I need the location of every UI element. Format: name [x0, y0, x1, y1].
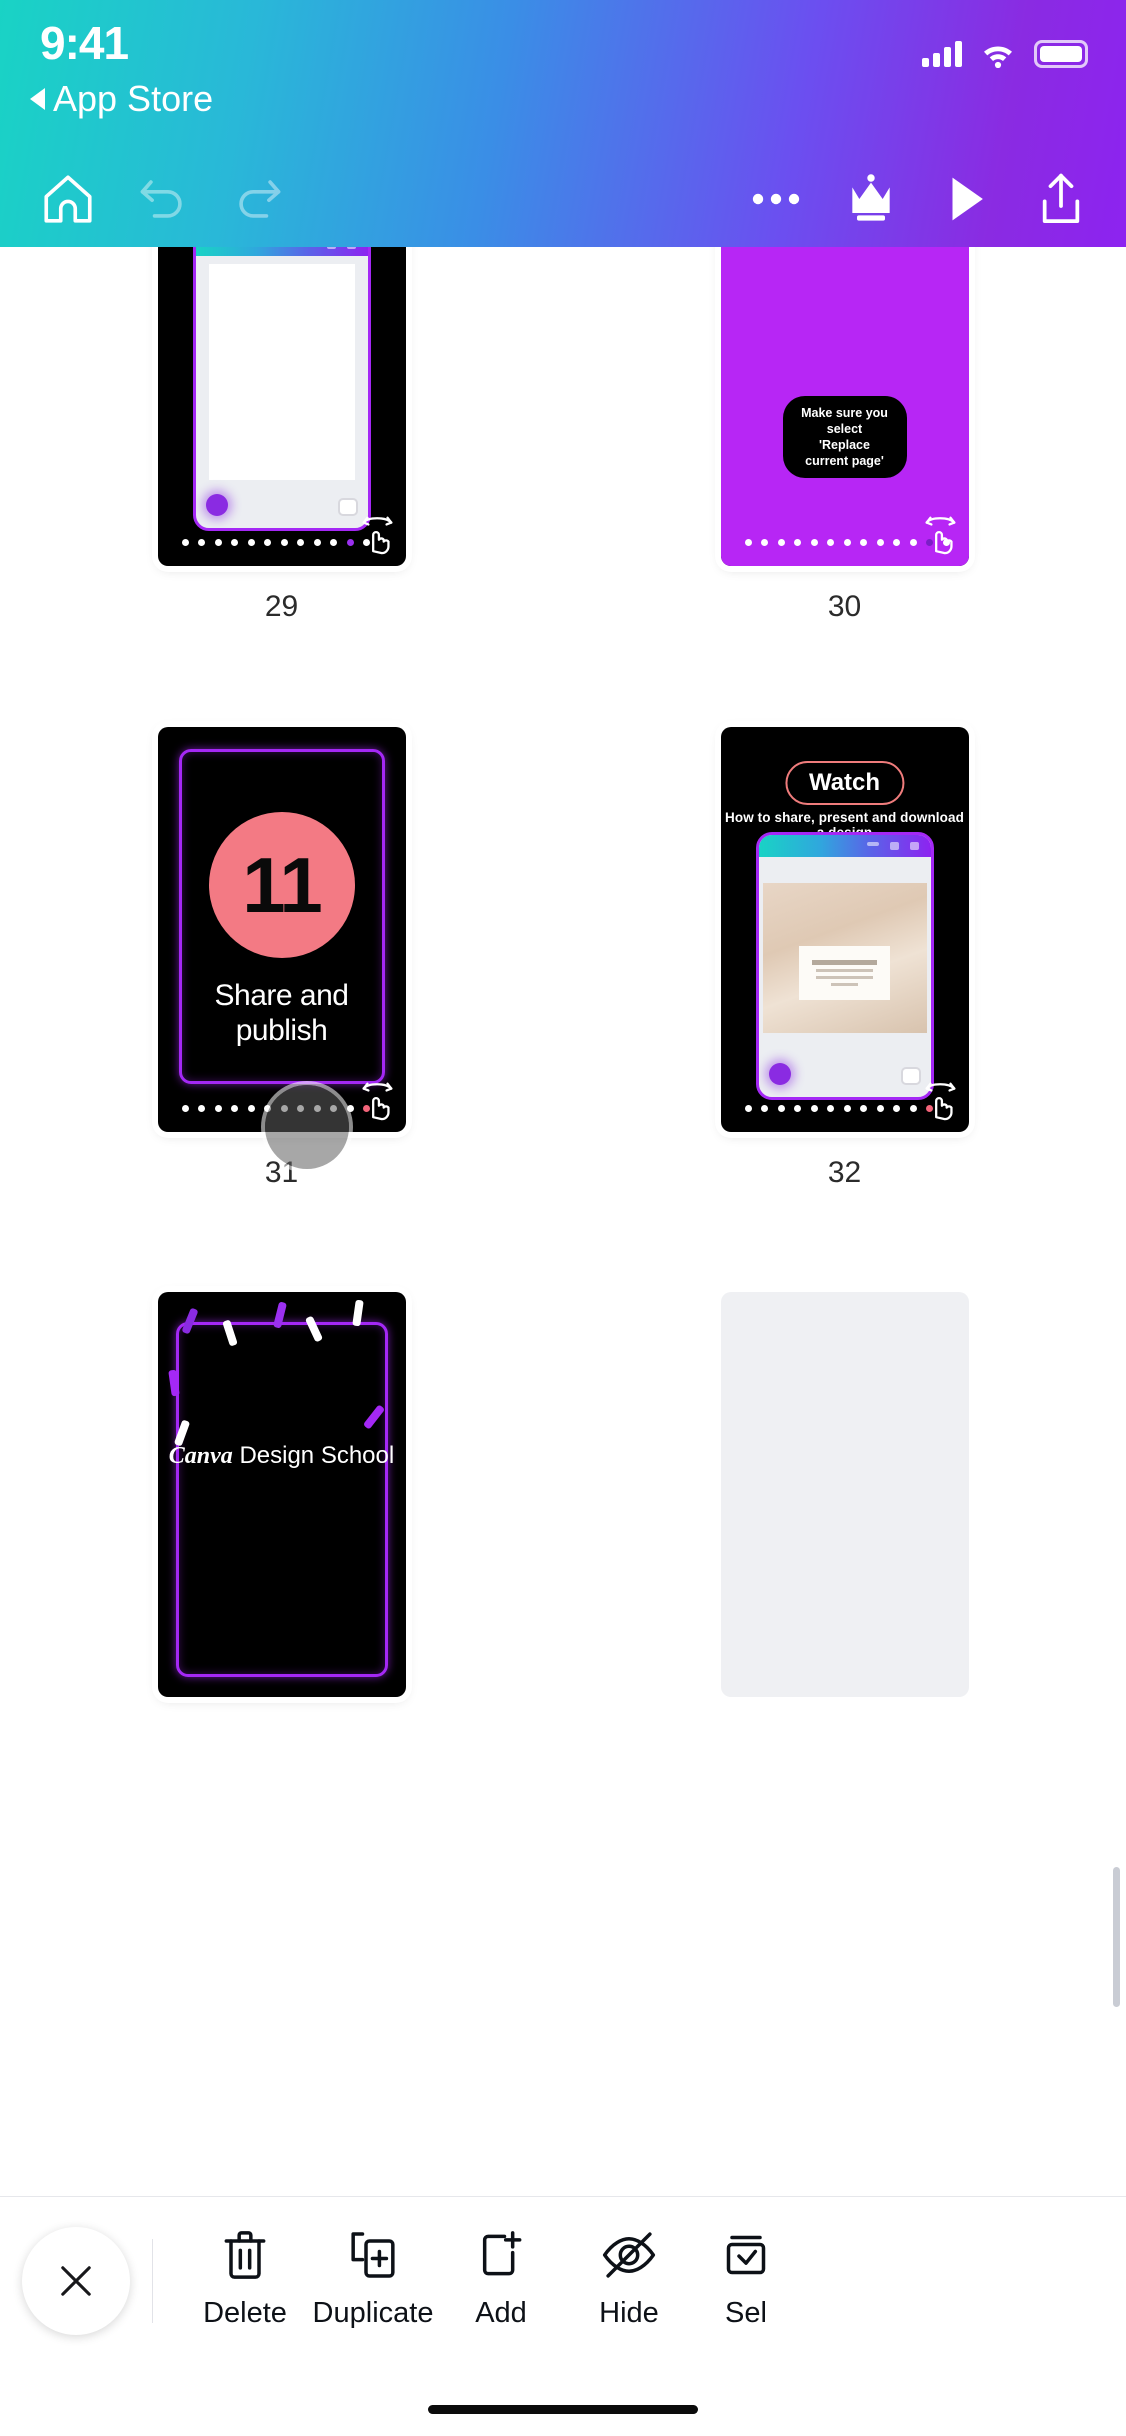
design-school-text: Design School: [232, 1442, 395, 1469]
phone-corner-icon: [337, 498, 358, 516]
more-options-button[interactable]: [728, 151, 823, 246]
page-cell-33[interactable]: Canva Design School: [0, 1292, 563, 1697]
back-label: App Store: [53, 78, 214, 119]
editor-toolbar: [0, 150, 1126, 247]
canva-pro-button[interactable]: [823, 151, 918, 246]
undo-button[interactable]: [115, 151, 210, 246]
duplicate-label: Duplicate: [312, 2297, 434, 2329]
chapter-number-circle: 11: [208, 812, 355, 958]
present-button[interactable]: [918, 151, 1013, 246]
home-icon: [43, 174, 92, 223]
page-cell-30[interactable]: Play Find a template and replace this pa…: [563, 247, 1126, 624]
page-cell-29[interactable]: Learn How to find and apply a template t…: [0, 247, 563, 624]
redo-button[interactable]: [210, 151, 305, 246]
add-page-icon: [482, 2231, 522, 2276]
page-number-30: 30: [827, 590, 862, 623]
page-number-31: 31: [264, 1156, 299, 1189]
status-bar: 9:41 App Store: [0, 0, 1126, 150]
page-thumbnail-31[interactable]: 11 Share and publish: [157, 727, 406, 1132]
neon-frame: [175, 1322, 388, 1677]
phone-fab-icon: [768, 1063, 791, 1085]
page-progress-dots-29: [181, 539, 370, 546]
select-all-icon: [726, 2235, 766, 2275]
page-number-29: 29: [264, 590, 299, 623]
share-upload-icon: [1042, 173, 1079, 223]
chapter-title-31: Share and publish: [214, 979, 349, 1047]
page-thumbnail-34-blank[interactable]: [720, 1292, 969, 1697]
status-indicators: [922, 40, 1088, 68]
swipe-hand-icon: [361, 516, 392, 555]
delete-label: Delete: [203, 2297, 287, 2329]
action-buttons: Delete Duplicate Add Hide Sel: [153, 2227, 1126, 2330]
page-progress-dots-31: [181, 1105, 370, 1112]
three-dots-icon: [752, 193, 799, 204]
back-triangle-icon: [30, 88, 45, 110]
page-thumbnail-33[interactable]: Canva Design School: [157, 1292, 406, 1697]
crown-icon: [851, 173, 890, 221]
page-thumbnail-32[interactable]: Watch How to share, present and download…: [720, 727, 969, 1132]
phone-fab-icon: [205, 494, 228, 516]
canva-wordmark: Canva: [168, 1443, 233, 1469]
swipe-hand-icon: [361, 1082, 392, 1121]
top-gradient-header: 9:41 App Store: [0, 0, 1126, 247]
duplicate-button[interactable]: Duplicate: [309, 2227, 437, 2330]
page-tip-30: Make sure you select 'Replace current pa…: [782, 396, 907, 478]
play-triangle-icon: [952, 177, 983, 220]
delete-button[interactable]: Delete: [181, 2227, 309, 2330]
page-cell-31[interactable]: 11 Share and publish 31: [0, 727, 563, 1190]
phone-canvas: [208, 264, 355, 480]
redo-arrow-icon: [238, 179, 280, 218]
page-cell-34[interactable]: [563, 1292, 1126, 1697]
eye-off-icon: [602, 2232, 656, 2278]
pages-row: Learn How to find and apply a template t…: [0, 247, 1126, 624]
swipe-hand-icon: [924, 1082, 955, 1121]
add-label: Add: [475, 2297, 527, 2329]
home-button[interactable]: [20, 151, 115, 246]
hide-button[interactable]: Hide: [565, 2227, 693, 2330]
cellular-signal-icon: [922, 41, 962, 67]
page-badge-watch: Watch: [784, 761, 905, 805]
design-school-title: Canva Design School: [158, 1442, 406, 1470]
phone-photo-preview: [762, 883, 927, 1033]
pages-row: 11 Share and publish 31 Watch How to sha…: [0, 727, 1126, 1190]
select-all-label: Sel: [725, 2297, 767, 2329]
pages-scroll-area[interactable]: Learn How to find and apply a template t…: [0, 247, 1126, 2336]
battery-icon: [1034, 40, 1088, 68]
phone-mockup-32: [755, 832, 934, 1100]
share-button[interactable]: [1013, 151, 1108, 246]
undo-arrow-icon: [140, 179, 182, 218]
vertical-scrollbar[interactable]: [1113, 1867, 1120, 2007]
pages-grid: Learn How to find and apply a template t…: [0, 247, 1126, 1697]
swipe-hand-icon: [924, 516, 955, 555]
wifi-icon: [984, 46, 1012, 68]
photo-overlay-card: [798, 946, 891, 1000]
pages-row: Canva Design School: [0, 1292, 1126, 1697]
status-clock: 9:41: [40, 16, 167, 70]
home-indicator: [428, 2405, 698, 2414]
status-time: 9:41: [40, 17, 129, 69]
page-cell-32[interactable]: Watch How to share, present and download…: [563, 727, 1126, 1190]
phone-corner-icon: [900, 1067, 921, 1085]
page-progress-dots-32: [744, 1105, 933, 1112]
phone-topbar: [195, 247, 368, 256]
hide-label: Hide: [599, 2297, 659, 2329]
page-thumbnail-30[interactable]: Play Find a template and replace this pa…: [720, 247, 969, 566]
select-all-button[interactable]: Sel: [693, 2227, 773, 2330]
close-button[interactable]: [22, 2227, 130, 2335]
back-to-app-store-link[interactable]: App Store: [30, 78, 213, 120]
page-action-bar: Delete Duplicate Add Hide Sel: [0, 2196, 1126, 2436]
crescent-moon-icon: [145, 29, 160, 57]
trash-icon: [224, 2231, 266, 2279]
duplicate-pages-icon: [351, 2232, 395, 2278]
add-button[interactable]: Add: [437, 2227, 565, 2330]
phone-mockup-29: [192, 247, 371, 531]
page-thumbnail-29[interactable]: Learn How to find and apply a template t…: [157, 247, 406, 566]
page-number-32: 32: [827, 1156, 862, 1189]
close-x-icon: [61, 2266, 91, 2296]
phone-topbar: [758, 835, 931, 857]
